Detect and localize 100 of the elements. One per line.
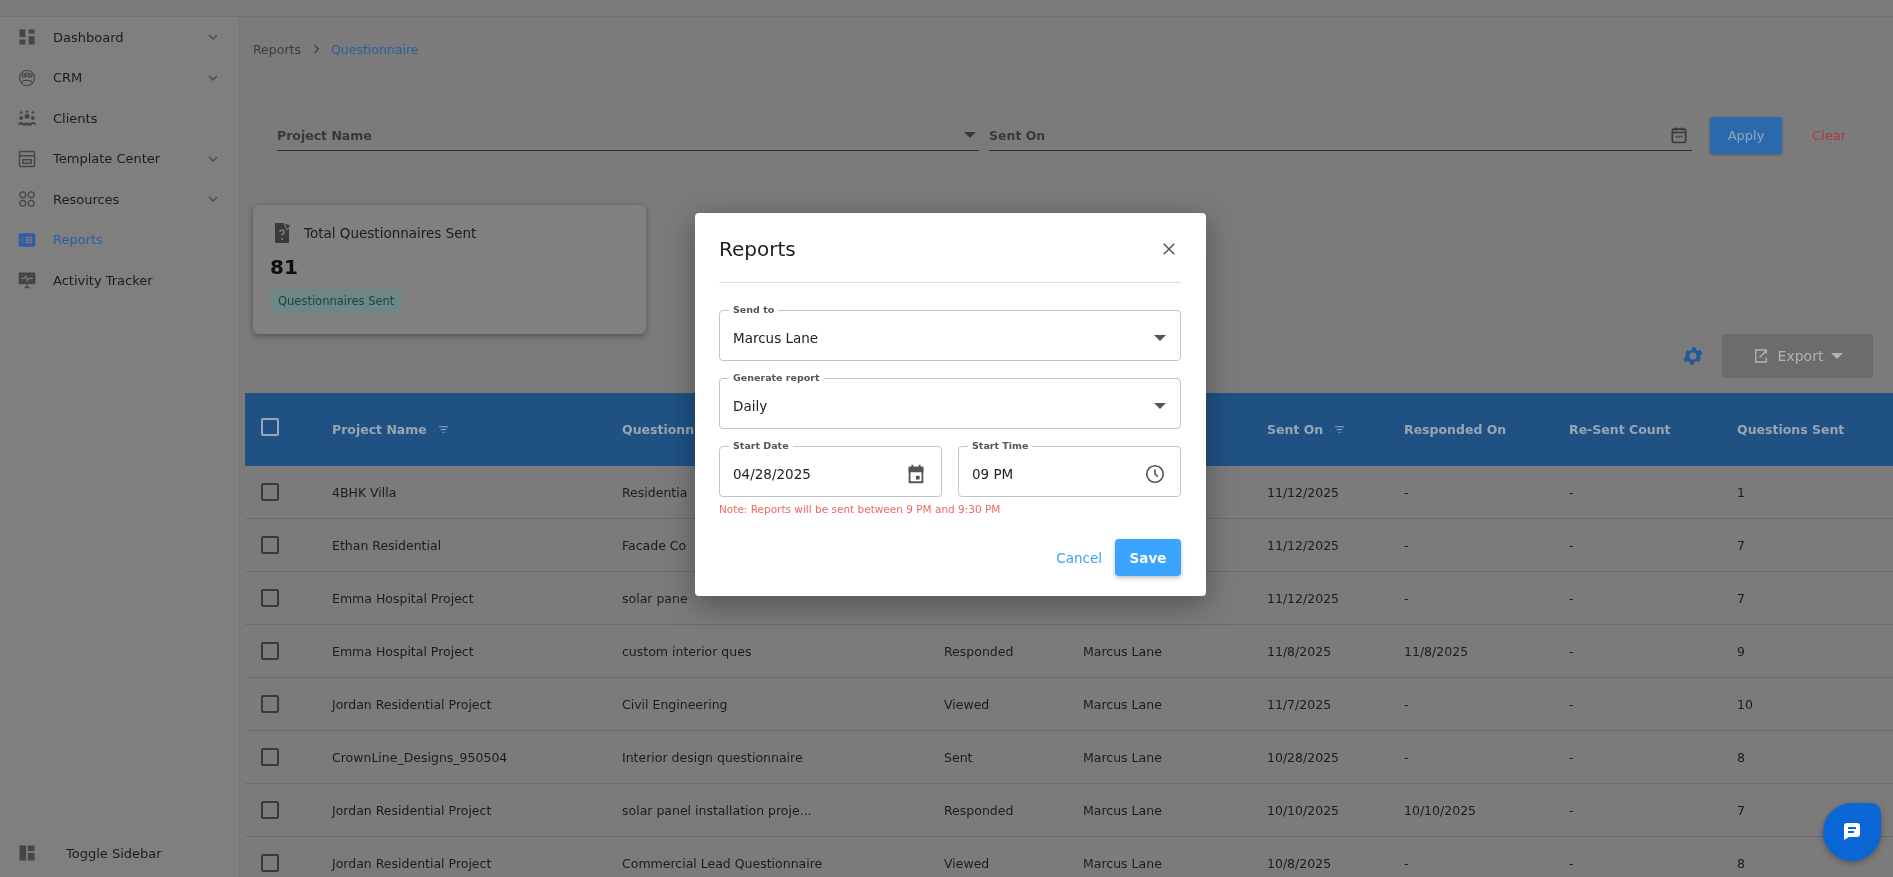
table-cell: Marcus Lane [1083, 749, 1162, 765]
table-cell: 10 [1737, 696, 1753, 712]
table-cell: - [1404, 484, 1409, 500]
field-label: Generate report [732, 372, 821, 384]
sidebar-item[interactable]: CRM [0, 57, 239, 98]
group-icon [17, 108, 37, 129]
grid-icon [17, 27, 37, 48]
table-cell: Ethan Residential [332, 537, 442, 553]
sidebar-item[interactable]: Resources [0, 179, 239, 220]
table-cell: 10/8/2025 [1267, 855, 1332, 871]
table-cell: - [1569, 643, 1574, 659]
table-cell: Commercial Lead Questionnaire [622, 855, 823, 871]
sidebar-item[interactable]: Clients [0, 98, 239, 139]
table-cell: Jordan Residential Project [332, 696, 492, 712]
table-cell: - [1404, 537, 1409, 553]
table-cell: Residentia [622, 484, 688, 500]
save-button[interactable]: Save [1115, 539, 1181, 576]
checkbox[interactable] [261, 589, 279, 607]
table-cell: 7 [1737, 590, 1745, 606]
monitor-icon [17, 270, 37, 291]
checkbox[interactable] [261, 536, 279, 554]
checkbox[interactable] [261, 695, 279, 713]
table-cell: Marcus Lane [1083, 802, 1162, 818]
sidebar-item[interactable]: Reports [0, 219, 239, 260]
card-title: Total Questionnaires Sent [304, 225, 477, 241]
table-cell: Jordan Residential Project [332, 855, 492, 871]
toggle-sidebar-button[interactable]: Toggle Sidebar [0, 843, 239, 863]
chat-button[interactable] [1823, 803, 1881, 861]
table-cell: 9 [1737, 643, 1745, 659]
people-icon [17, 67, 37, 88]
column-header[interactable]: Questionn [622, 422, 695, 437]
table-cell: solar pane [622, 590, 688, 606]
caret-icon [964, 132, 976, 138]
table-cell: 10/10/2025 [1267, 802, 1340, 818]
checkbox[interactable] [261, 483, 279, 501]
date-field[interactable]: Sent On [989, 120, 1666, 151]
table-cell: - [1404, 590, 1409, 606]
table-cell: 7 [1737, 537, 1745, 553]
table-cell: 11/12/2025 [1267, 590, 1340, 606]
table-cell: 11/8/2025 [1267, 643, 1332, 659]
column-header[interactable]: Re-Sent Count [1569, 422, 1671, 437]
sort-icon [436, 423, 450, 436]
sidebar-item[interactable]: Template Center [0, 138, 239, 179]
table-cell: 11/7/2025 [1267, 696, 1332, 712]
window-icon [17, 148, 37, 169]
table-cell: Responded [944, 643, 1014, 659]
dropdown-field[interactable]: Generate report Daily [719, 372, 1181, 429]
table-cell: solar panel installation proje... [622, 802, 812, 818]
table-cell: Jordan Residential Project [332, 802, 492, 818]
card-value: 81 [270, 255, 299, 279]
table-cell: Emma Hospital Project [332, 590, 474, 606]
checkbox[interactable] [261, 748, 279, 766]
field-label: Send to [732, 304, 776, 316]
sort-icon [1333, 423, 1347, 436]
note-text: Note: Reports will be sent between 9 PM and 9:30 PM [719, 503, 1002, 515]
table-cell: 7 [1737, 802, 1745, 818]
table-cell: 10/28/2025 [1267, 749, 1340, 765]
column-header[interactable]: Sent On [1267, 422, 1347, 437]
table-cell: 8 [1737, 749, 1745, 765]
circles-icon [17, 189, 37, 210]
breadcrumb-link[interactable]: Reports [253, 41, 301, 57]
checkbox[interactable] [261, 642, 279, 660]
table-cell: 1 [1737, 484, 1745, 500]
dialog-title: Reports [719, 237, 796, 261]
table-cell: Facade Co [622, 537, 687, 553]
table-cell: - [1569, 855, 1574, 871]
table-cell: - [1569, 749, 1574, 765]
column-header[interactable]: Responded On [1404, 422, 1507, 437]
cancel-button[interactable]: Cancel [1056, 543, 1102, 572]
table-cell: Viewed [944, 696, 990, 712]
table-cell: 11/12/2025 [1267, 484, 1340, 500]
caret-icon [1831, 353, 1844, 359]
table-cell: Emma Hospital Project [332, 643, 474, 659]
table-cell: CrownLine_Designs_950504 [332, 749, 508, 765]
date-field[interactable]: Start Date 04/28/2025 [719, 440, 942, 497]
time-field[interactable]: Start Time 09 PM [958, 440, 1181, 497]
field-label: Start Date [732, 440, 790, 452]
sidebar-item[interactable]: Activity Tracker [0, 260, 239, 301]
table-cell: - [1569, 802, 1574, 818]
column-header[interactable]: Questions Sent [1737, 422, 1845, 437]
checkbox[interactable] [261, 854, 279, 872]
table-cell: - [1404, 749, 1409, 765]
table-cell: Interior design questionnaire [622, 749, 803, 765]
table-cell: Civil Engineering [622, 696, 728, 712]
checkbox[interactable] [261, 417, 279, 436]
table-cell: - [1404, 855, 1409, 871]
table-cell: 8 [1737, 855, 1745, 871]
table-cell: Marcus Lane [1083, 643, 1162, 659]
checkbox[interactable] [261, 801, 279, 819]
sidebar-item[interactable]: Dashboard [0, 17, 239, 58]
dropdown-field[interactable]: Send to Marcus Lane [719, 304, 1181, 361]
apply-button[interactable]: Apply [1710, 117, 1782, 154]
project-name-field[interactable]: Project Name [277, 120, 961, 151]
column-header[interactable]: Project Name [332, 422, 450, 437]
table-cell: Viewed [944, 855, 990, 871]
table-cell: 11/8/2025 [1404, 643, 1469, 659]
table-cell: - [1569, 484, 1574, 500]
caret-icon [1154, 403, 1166, 409]
table-cell: - [1404, 696, 1409, 712]
table-cell: custom interior ques [622, 643, 752, 659]
